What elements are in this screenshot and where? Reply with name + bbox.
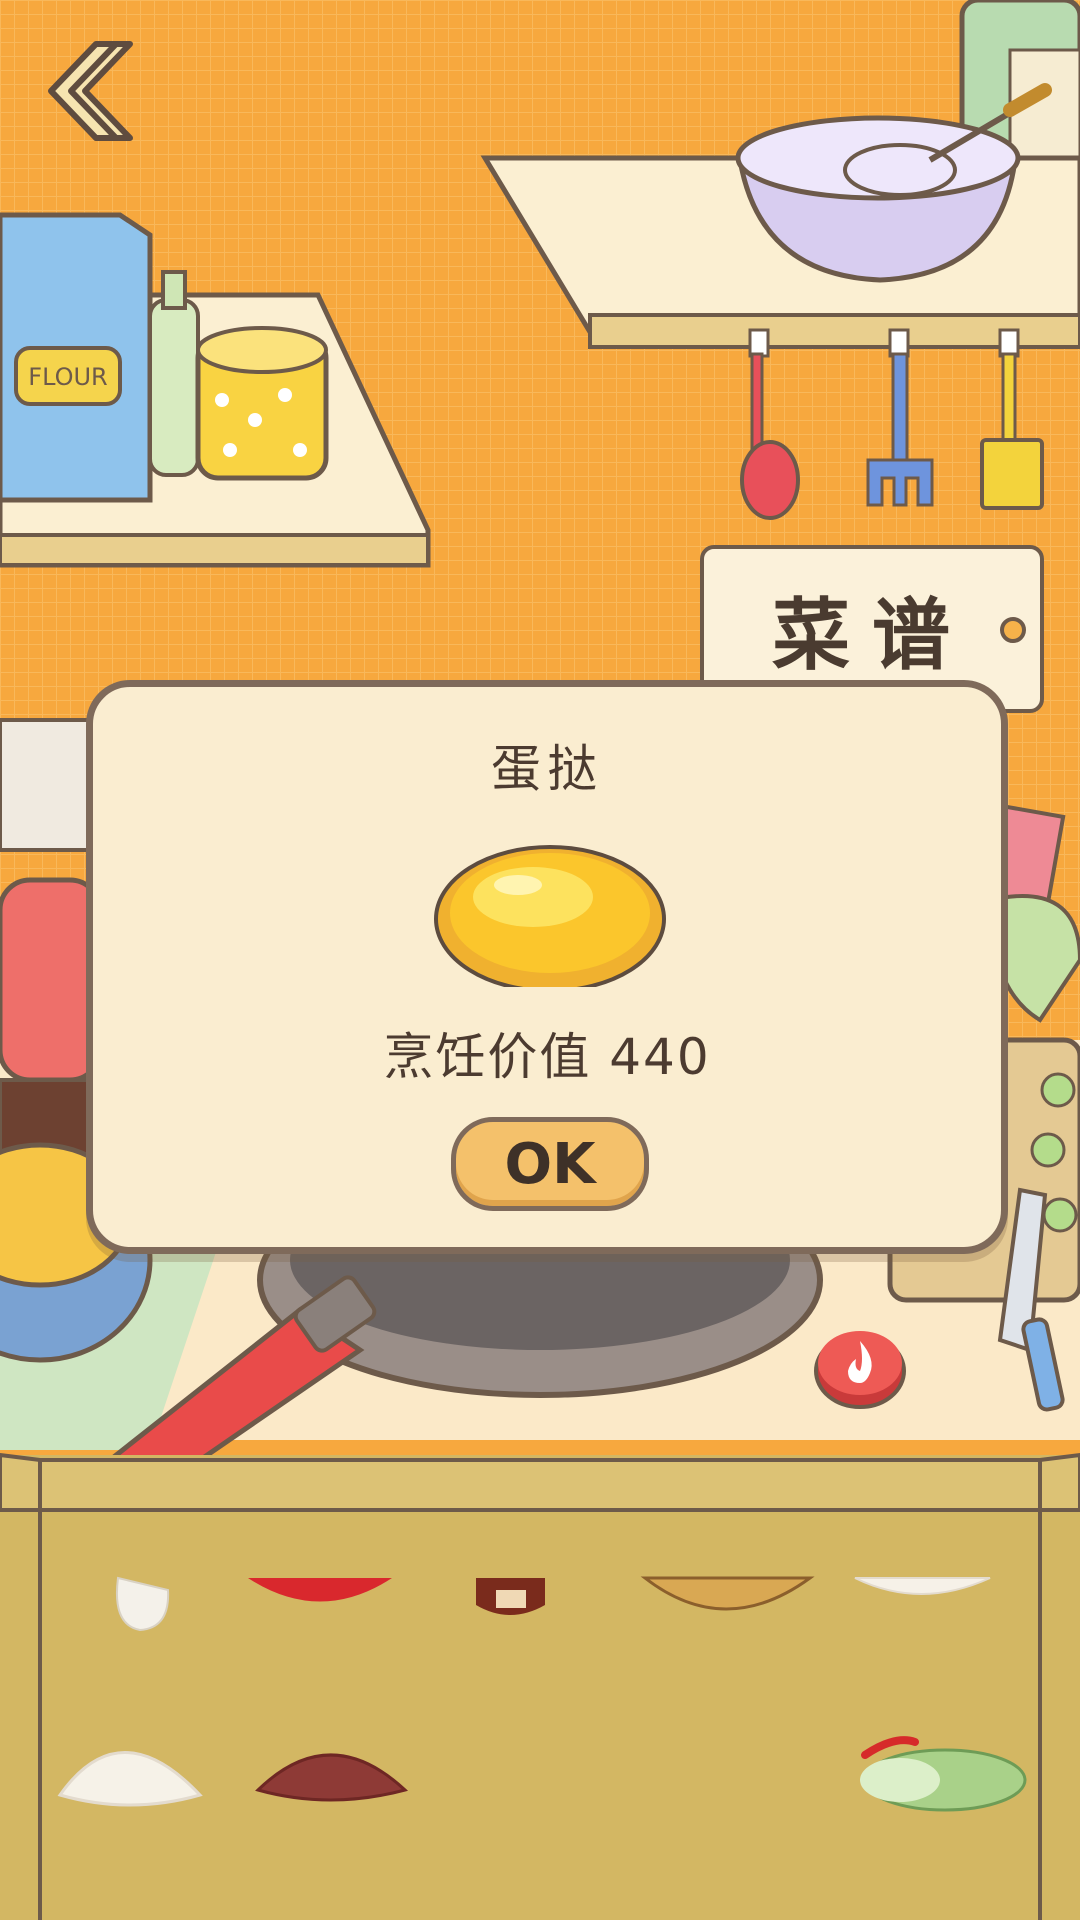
cooking-value: 烹饪价值 440 — [383, 1028, 711, 1086]
ok-label: OK — [504, 1131, 596, 1197]
egg-tart-icon — [434, 845, 666, 987]
flour-bag-icon: FLOUR — [0, 212, 153, 503]
back-button[interactable] — [40, 36, 140, 146]
fire-icon — [814, 1331, 906, 1409]
ingredient-box — [0, 1452, 1080, 1920]
ok-button[interactable]: OK — [451, 1117, 649, 1211]
dish-name: 蛋挞 — [491, 740, 603, 798]
recipe-label: 菜谱 — [771, 591, 972, 681]
chevron-left-icon — [48, 41, 133, 141]
bottle-icon — [148, 270, 200, 477]
cooking-result-dialog: 蛋挞 烹饪价值 440 OK — [86, 680, 1008, 1254]
svg-text:FLOUR: FLOUR — [28, 363, 107, 391]
fire-button[interactable] — [814, 1323, 906, 1409]
polka-cup-icon — [195, 326, 329, 481]
tag-hole — [1000, 617, 1026, 643]
